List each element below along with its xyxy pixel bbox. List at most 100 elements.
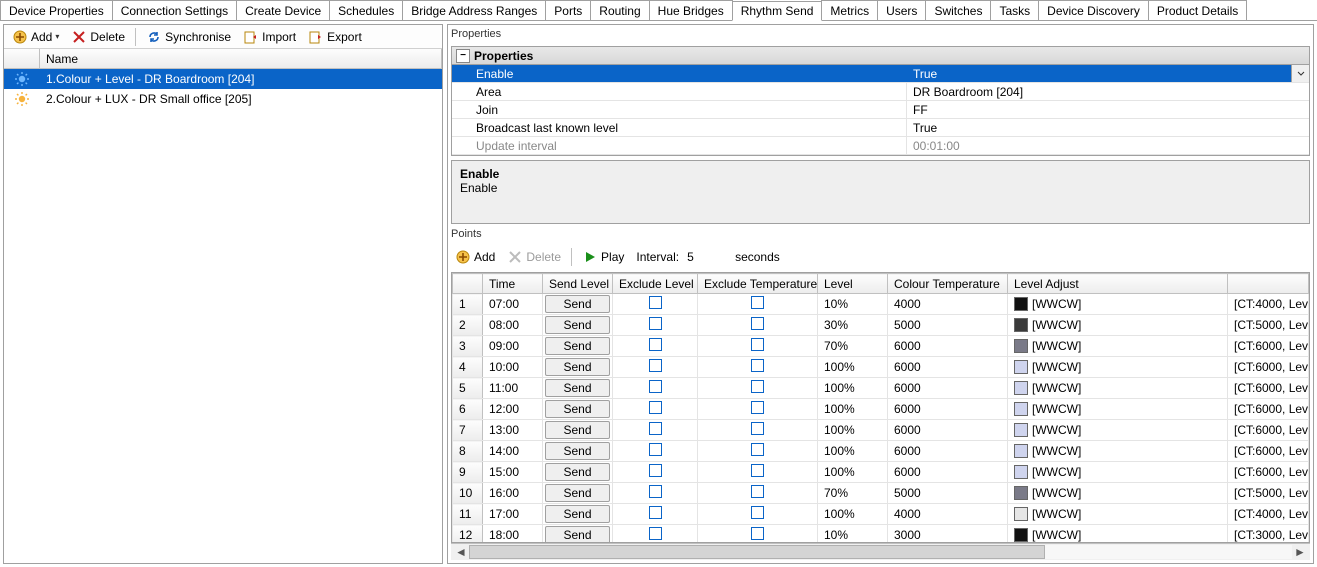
level-adjust-detail-cell[interactable]: [CT:6000, Level:100%] xyxy=(1228,462,1309,483)
level-cell[interactable]: 100% xyxy=(818,357,888,378)
add-button[interactable]: Add ▾ xyxy=(8,27,63,47)
exclude-level-cell[interactable] xyxy=(613,357,698,378)
exclude-level-cell[interactable] xyxy=(613,399,698,420)
scroll-thumb[interactable] xyxy=(469,545,1045,559)
time-cell[interactable]: 08:00 xyxy=(483,315,543,336)
level-adjust-detail-cell[interactable]: [CT:4000, Level:10%] xyxy=(1228,294,1309,315)
send-button[interactable]: Send xyxy=(545,421,610,439)
time-cell[interactable]: 15:00 xyxy=(483,462,543,483)
points-row[interactable]: 1117:00Send100%4000[WWCW][CT:4000, Level… xyxy=(453,504,1309,525)
time-cell[interactable]: 07:00 xyxy=(483,294,543,315)
level-adjust-cell[interactable]: [WWCW] xyxy=(1008,441,1228,462)
exclude-temperature-cell[interactable] xyxy=(698,399,818,420)
interval-value[interactable]: 5 xyxy=(683,250,731,264)
points-row[interactable]: 410:00Send100%6000[WWCW][CT:6000, Level:… xyxy=(453,357,1309,378)
colour-temperature-cell[interactable]: 6000 xyxy=(888,462,1008,483)
exclude-temperature-cell[interactable] xyxy=(698,294,818,315)
exclude-temperature-cell[interactable] xyxy=(698,441,818,462)
scroll-track[interactable] xyxy=(469,545,1292,559)
points-row[interactable]: 1218:00Send10%3000[WWCW][CT:3000, Level:… xyxy=(453,525,1309,544)
level-cell[interactable]: 30% xyxy=(818,315,888,336)
send-button[interactable]: Send xyxy=(545,484,610,502)
tab-rhythm-send[interactable]: Rhythm Send xyxy=(732,1,823,21)
property-value[interactable]: DR Boardroom [204] xyxy=(907,83,1309,100)
level-adjust-cell[interactable]: [WWCW] xyxy=(1008,420,1228,441)
property-row-area[interactable]: AreaDR Boardroom [204] xyxy=(452,83,1309,101)
checkbox-icon[interactable] xyxy=(649,296,662,309)
colour-temperature-cell[interactable]: 3000 xyxy=(888,525,1008,544)
name-column-header[interactable]: Name xyxy=(40,49,442,68)
send-button[interactable]: Send xyxy=(545,463,610,481)
level-cell[interactable]: 100% xyxy=(818,378,888,399)
colour-temperature-cell[interactable]: 6000 xyxy=(888,420,1008,441)
exclude-level-cell[interactable] xyxy=(613,504,698,525)
time-cell[interactable]: 13:00 xyxy=(483,420,543,441)
send-button[interactable]: Send xyxy=(545,358,610,376)
colour-temperature-cell[interactable]: 6000 xyxy=(888,357,1008,378)
tab-connection-settings[interactable]: Connection Settings xyxy=(112,0,237,20)
checkbox-icon[interactable] xyxy=(649,506,662,519)
property-value[interactable]: FF xyxy=(907,101,1309,118)
exclude-temperature-cell[interactable] xyxy=(698,420,818,441)
exclude-level-cell[interactable] xyxy=(613,483,698,504)
level-cell[interactable]: 10% xyxy=(818,525,888,544)
tab-switches[interactable]: Switches xyxy=(925,0,991,20)
checkbox-icon[interactable] xyxy=(751,506,764,519)
checkbox-icon[interactable] xyxy=(649,464,662,477)
property-row-update-interval[interactable]: Update interval00:01:00 xyxy=(452,137,1309,155)
time-cell[interactable]: 14:00 xyxy=(483,441,543,462)
property-value[interactable]: 00:01:00 xyxy=(907,137,1309,154)
exclude-temperature-cell[interactable] xyxy=(698,315,818,336)
level-adjust-detail-cell[interactable]: [CT:6000, Level:100%] xyxy=(1228,378,1309,399)
points-column-header[interactable] xyxy=(453,274,483,294)
checkbox-icon[interactable] xyxy=(649,338,662,351)
exclude-temperature-cell[interactable] xyxy=(698,378,818,399)
level-adjust-detail-cell[interactable]: [CT:6000, Level:100%] xyxy=(1228,357,1309,378)
tab-create-device[interactable]: Create Device xyxy=(236,0,330,20)
points-column-header[interactable]: Send Level xyxy=(543,274,613,294)
exclude-temperature-cell[interactable] xyxy=(698,336,818,357)
tab-bridge-address-ranges[interactable]: Bridge Address Ranges xyxy=(402,0,546,20)
checkbox-icon[interactable] xyxy=(751,317,764,330)
tab-tasks[interactable]: Tasks xyxy=(990,0,1039,20)
points-row[interactable]: 612:00Send100%6000[WWCW][CT:6000, Level:… xyxy=(453,399,1309,420)
send-button[interactable]: Send xyxy=(545,316,610,334)
exclude-level-cell[interactable] xyxy=(613,294,698,315)
points-column-header[interactable]: Colour Temperature xyxy=(888,274,1008,294)
property-value[interactable]: True xyxy=(907,119,1309,136)
level-cell[interactable]: 100% xyxy=(818,462,888,483)
checkbox-icon[interactable] xyxy=(649,485,662,498)
level-adjust-cell[interactable]: [WWCW] xyxy=(1008,462,1228,483)
time-cell[interactable]: 16:00 xyxy=(483,483,543,504)
property-row-join[interactable]: JoinFF xyxy=(452,101,1309,119)
points-row[interactable]: 208:00Send30%5000[WWCW][CT:5000, Level:3… xyxy=(453,315,1309,336)
colour-temperature-cell[interactable]: 6000 xyxy=(888,399,1008,420)
scroll-left-arrow[interactable]: ◄ xyxy=(453,545,469,559)
level-adjust-cell[interactable]: [WWCW] xyxy=(1008,483,1228,504)
colour-temperature-cell[interactable]: 4000 xyxy=(888,504,1008,525)
checkbox-icon[interactable] xyxy=(751,359,764,372)
points-column-header[interactable]: Exclude Level xyxy=(613,274,698,294)
send-button[interactable]: Send xyxy=(545,400,610,418)
colour-temperature-cell[interactable]: 6000 xyxy=(888,336,1008,357)
level-cell[interactable]: 100% xyxy=(818,420,888,441)
time-cell[interactable]: 12:00 xyxy=(483,399,543,420)
points-row[interactable]: 107:00Send10%4000[WWCW][CT:4000, Level:1… xyxy=(453,294,1309,315)
send-button[interactable]: Send xyxy=(545,379,610,397)
scroll-right-arrow[interactable]: ► xyxy=(1292,545,1308,559)
time-cell[interactable]: 18:00 xyxy=(483,525,543,544)
level-adjust-cell[interactable]: [WWCW] xyxy=(1008,399,1228,420)
level-adjust-cell[interactable]: [WWCW] xyxy=(1008,315,1228,336)
checkbox-icon[interactable] xyxy=(751,296,764,309)
checkbox-icon[interactable] xyxy=(751,527,764,540)
points-delete-button[interactable]: Delete xyxy=(503,247,565,267)
tab-hue-bridges[interactable]: Hue Bridges xyxy=(649,0,733,20)
checkbox-icon[interactable] xyxy=(751,485,764,498)
send-button[interactable]: Send xyxy=(545,442,610,460)
colour-temperature-cell[interactable]: 4000 xyxy=(888,294,1008,315)
time-cell[interactable]: 11:00 xyxy=(483,378,543,399)
level-cell[interactable]: 70% xyxy=(818,483,888,504)
send-button[interactable]: Send xyxy=(545,505,610,523)
checkbox-icon[interactable] xyxy=(649,401,662,414)
tab-routing[interactable]: Routing xyxy=(590,0,649,20)
